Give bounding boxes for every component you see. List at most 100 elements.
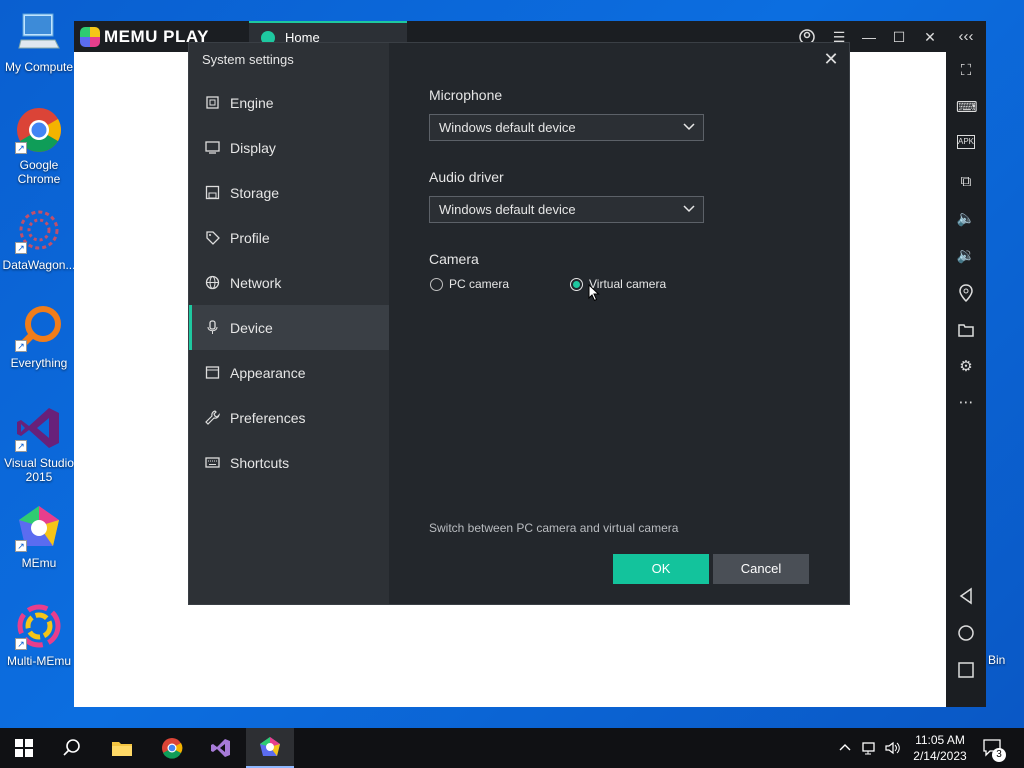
settings-gear-icon[interactable]: ⚙: [956, 357, 976, 377]
nav-item-display[interactable]: Display: [189, 125, 389, 170]
storage-icon: [205, 185, 220, 200]
camera-hint: Switch between PC camera and virtual cam…: [429, 521, 679, 535]
shortcut-arrow-icon: ↗: [15, 440, 27, 452]
nav-item-profile[interactable]: Profile: [189, 215, 389, 260]
location-icon[interactable]: [956, 283, 976, 303]
fullscreen-icon[interactable]: ⛶: [956, 61, 976, 81]
nav-item-storage[interactable]: Storage: [189, 170, 389, 215]
tag-icon: [205, 230, 220, 245]
android-recents-icon[interactable]: [956, 660, 976, 680]
chevron-down-icon: [683, 205, 695, 213]
microphone-select[interactable]: Windows default device: [429, 114, 704, 141]
everything-search-icon: ↗: [15, 304, 63, 352]
shortcut-arrow-icon: ↗: [15, 242, 27, 254]
clock-date: 2/14/2023: [913, 749, 967, 763]
audio-driver-label: Audio driver: [429, 169, 504, 185]
audio-driver-select[interactable]: Windows default device: [429, 196, 704, 223]
show-hidden-icons[interactable]: [838, 728, 852, 768]
volume-up-icon[interactable]: 🔈: [956, 209, 976, 229]
microphone-icon: [205, 320, 220, 335]
windows-logo-icon: [15, 739, 33, 757]
nav-item-engine[interactable]: Engine: [189, 80, 389, 125]
memu-logo-icon: [80, 27, 100, 47]
desktop-icon-everything[interactable]: ↗ Everything: [0, 304, 78, 370]
system-settings-dialog: System settings Engine Display Storage P…: [188, 42, 850, 605]
android-home-icon[interactable]: [956, 623, 976, 643]
desktop-icon-my-computer[interactable]: My Compute: [0, 8, 78, 74]
nav-item-label: Shortcuts: [230, 454, 290, 471]
nav-item-network[interactable]: Network: [189, 260, 389, 305]
collapse-toolbar-icon[interactable]: ‹‹‹: [956, 27, 976, 47]
radio-pc-camera[interactable]: PC camera: [430, 277, 509, 291]
nav-item-label: Engine: [230, 94, 274, 111]
memu-icon: [260, 737, 280, 756]
nav-item-preferences[interactable]: Preferences: [189, 395, 389, 440]
more-icon[interactable]: ⋯: [956, 393, 976, 413]
radio-button-pc-camera[interactable]: [430, 277, 443, 291]
close-window-icon[interactable]: ✕: [920, 27, 940, 47]
window-icon: [205, 365, 220, 380]
settings-nav: System settings Engine Display Storage P…: [189, 43, 389, 604]
volume-down-icon[interactable]: 🔉: [956, 246, 976, 266]
speaker-icon: [885, 741, 900, 755]
taskbar-visual-studio[interactable]: [197, 728, 245, 768]
start-button[interactable]: [0, 728, 48, 768]
chip-icon: [205, 95, 220, 110]
apk-icon[interactable]: APK: [957, 135, 975, 149]
taskbar-chrome[interactable]: [148, 728, 196, 768]
recycle-bin-label[interactable]: Bin: [988, 653, 1005, 667]
minimize-icon[interactable]: —: [859, 27, 879, 47]
desktop-icon-multi-memu[interactable]: ↗ Multi-MEmu: [0, 602, 78, 668]
shortcut-arrow-icon: ↗: [15, 540, 27, 552]
desktop-icon-memu[interactable]: ↗ MEmu: [0, 504, 78, 570]
desktop-icon-datawagon[interactable]: ↗ DataWagon...: [0, 206, 78, 272]
computer-icon: [15, 8, 63, 56]
visual-studio-icon: [211, 739, 230, 757]
notification-count-badge: 3: [992, 748, 1006, 762]
keyboard-icon: [205, 455, 220, 470]
wrench-icon: [205, 410, 221, 425]
chevron-down-icon: [683, 123, 695, 131]
keyboard-mapping-icon[interactable]: ⌨: [956, 98, 978, 118]
maximize-icon[interactable]: ☐: [889, 27, 909, 47]
multi-window-icon[interactable]: ⧉: [956, 172, 976, 192]
nav-item-label: Appearance: [230, 364, 306, 381]
network-icon: [862, 742, 875, 755]
radio-label-pc-camera: PC camera: [449, 277, 510, 291]
desktop-icon-visual-studio[interactable]: ↗ Visual Studio 2015: [0, 404, 78, 484]
ok-button[interactable]: OK: [613, 554, 709, 584]
nav-item-appearance[interactable]: Appearance: [189, 350, 389, 395]
search-button[interactable]: [48, 728, 96, 768]
radio-virtual-camera[interactable]: Virtual camera: [570, 277, 666, 291]
monitor-icon: [205, 140, 220, 155]
nav-item-device[interactable]: Device: [189, 305, 389, 350]
taskbar-file-explorer[interactable]: [98, 728, 146, 768]
chrome-icon: [162, 738, 183, 759]
close-dialog-icon[interactable]: ✕: [822, 50, 840, 68]
action-center[interactable]: 3: [982, 728, 1006, 768]
multi-memu-icon: ↗: [15, 602, 63, 650]
android-back-icon[interactable]: [956, 586, 976, 606]
nav-item-shortcuts[interactable]: Shortcuts: [189, 440, 389, 485]
audio-driver-select-value: Windows default device: [439, 202, 576, 217]
shortcut-arrow-icon: ↗: [15, 638, 27, 650]
shortcut-arrow-icon: ↗: [15, 142, 27, 154]
chrome-icon: ↗: [15, 106, 63, 154]
radio-label-virtual-camera: Virtual camera: [589, 277, 667, 291]
taskbar-memu[interactable]: [246, 728, 294, 768]
memu-toolbar: ‹‹‹ ⛶ ⌨ APK ⧉ 🔈 🔉 ⚙ ⋯: [946, 21, 986, 707]
nav-item-label: Storage: [230, 184, 280, 201]
nav-item-label: Network: [230, 274, 282, 291]
desktop-icon-google-chrome[interactable]: ↗ Google Chrome: [0, 106, 78, 186]
folder-icon: [112, 742, 132, 756]
nav-item-label: Preferences: [230, 409, 306, 426]
cancel-button[interactable]: Cancel: [713, 554, 809, 584]
datawagon-icon: ↗: [15, 206, 63, 254]
nav-item-label: Profile: [230, 229, 270, 246]
network-tray[interactable]: [862, 728, 880, 768]
folder-icon[interactable]: [956, 320, 976, 340]
volume-tray[interactable]: [884, 728, 902, 768]
taskbar-clock[interactable]: 11:05 AM 2/14/2023: [908, 732, 972, 764]
radio-button-virtual-camera[interactable]: [570, 277, 583, 291]
nav-item-label: Display: [230, 139, 276, 156]
